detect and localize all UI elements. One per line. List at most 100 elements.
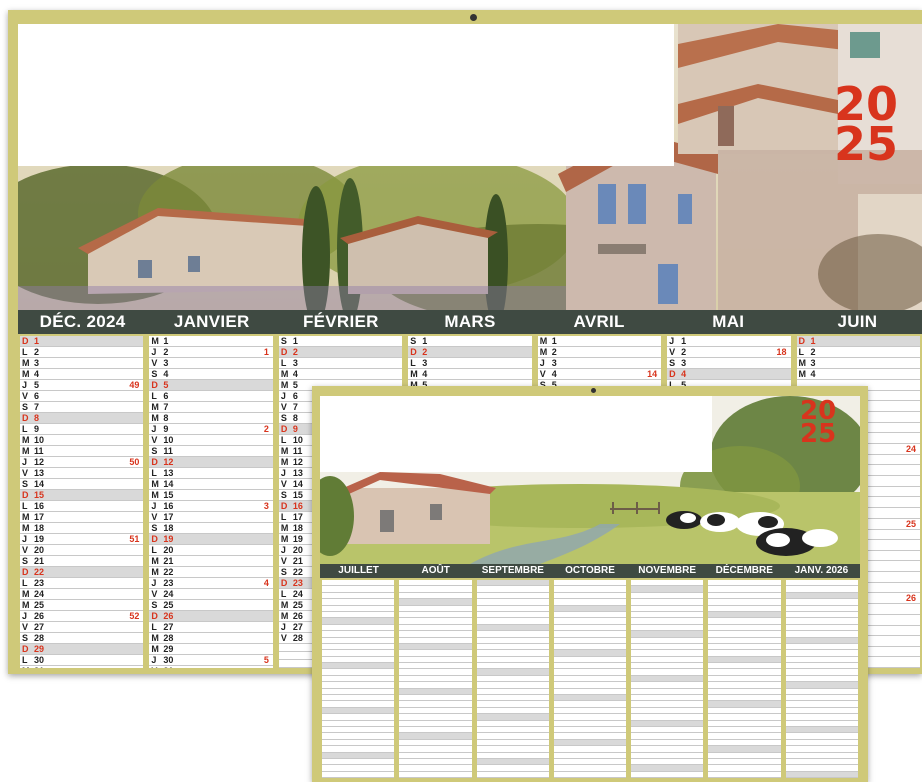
month-header-bar: DÉC. 2024 JANVIER FÉVRIER MARS AVRIL MAI… (18, 310, 922, 334)
week-number: 52 (129, 611, 140, 621)
day-number: 9 (292, 424, 298, 434)
day-letter: V (22, 545, 29, 555)
day-letter: M (20, 666, 34, 668)
day-letter: D (151, 534, 158, 544)
day-letter: M (151, 402, 159, 412)
day-row: L 30 (20, 655, 144, 666)
week-number: 18 (776, 347, 787, 357)
day-number: 28 (292, 633, 303, 643)
day-letter: V (149, 666, 163, 668)
day-letter: V (280, 633, 287, 643)
day-number: 13 (34, 468, 45, 478)
month-column (476, 580, 549, 778)
day-letter: J (669, 336, 675, 346)
day-row: M 29 (149, 644, 273, 655)
day-row: S 21 (20, 556, 144, 567)
day-row: J 26 52 (20, 611, 144, 622)
day-row: S 14 (20, 479, 144, 490)
day-row (785, 771, 858, 778)
day-letter: J (22, 380, 28, 390)
day-number: 21 (34, 556, 45, 566)
month-header: JANVIER (173, 312, 250, 331)
day-letter: S (280, 490, 287, 500)
day-number: 11 (163, 446, 173, 456)
day-number: 3 (292, 358, 298, 368)
day-number: 7 (292, 402, 298, 412)
day-number: 24 (34, 589, 45, 599)
day-number: 5 (34, 380, 40, 390)
day-letter: D (151, 380, 158, 390)
day-number: 7 (34, 402, 40, 412)
day-row (631, 772, 704, 778)
day-letter: M (22, 512, 30, 522)
day-letter: J (539, 358, 545, 368)
day-number: 3 (551, 358, 557, 368)
day-number: 27 (163, 622, 174, 632)
day-number: 8 (163, 413, 169, 423)
day-number: 3 (810, 358, 816, 368)
day-letter: S (151, 600, 158, 610)
month-column: D 1 L 2 M 3 M 4 J 5 49 V 6 S 7 D 8 L 9 M 10 M 11 J 12 50 V 13 S 14 D 15… (20, 336, 144, 668)
week-number: 3 (263, 501, 269, 511)
day-number: 3 (163, 358, 169, 368)
day-number: 16 (163, 501, 174, 511)
day-number: 10 (34, 435, 45, 445)
day-letter: L (22, 347, 28, 357)
day-row: S 11 (149, 446, 273, 457)
day-row: J 30 5 (149, 655, 273, 666)
watercolor-pasture-illustration (320, 396, 860, 564)
day-row: L 27 (149, 622, 273, 633)
day-number: 19 (163, 534, 174, 544)
day-row: S 28 (20, 633, 144, 644)
day-letter: M (22, 358, 30, 368)
day-number: 27 (292, 622, 303, 632)
day-row (322, 772, 395, 778)
day-row: J 12 50 (20, 457, 144, 468)
day-letter: V (669, 347, 676, 357)
day-row: L 16 (20, 501, 144, 512)
day-number: 31 (163, 666, 175, 668)
day-row: L3 (408, 358, 532, 369)
day-number: 14 (34, 479, 45, 489)
day-row: M2 (537, 347, 662, 358)
day-row: V 4 14 (537, 369, 662, 380)
day-row: M 14 (149, 479, 273, 490)
day-number: 1 (292, 336, 298, 346)
week-number: 26 (905, 593, 916, 604)
day-row: L6 (149, 391, 273, 402)
day-row: M1 (537, 336, 662, 347)
day-row: M31 (20, 666, 143, 668)
day-grid (322, 580, 858, 778)
day-number: 30 (34, 655, 45, 665)
day-letter: V (22, 391, 29, 401)
day-number: 1 (551, 336, 557, 346)
day-letter: S (280, 336, 287, 346)
day-letter: D (22, 490, 29, 500)
day-letter: M (410, 369, 418, 379)
month-header: AOÛT (421, 565, 450, 576)
day-letter: D (22, 336, 29, 346)
day-letter: D (22, 644, 29, 654)
day-letter: D (151, 611, 158, 621)
day-number: 28 (34, 633, 45, 643)
day-row: M8 (149, 413, 273, 424)
day-row: D5 (149, 380, 273, 391)
day-number: 13 (292, 468, 303, 478)
day-number: 25 (34, 600, 45, 610)
day-row: V 2 18 (667, 347, 791, 358)
day-row: V 17 (149, 512, 273, 523)
day-letter: M (798, 358, 807, 368)
day-row: V 13 (20, 468, 144, 479)
day-number: 20 (34, 545, 45, 555)
day-letter: M (22, 369, 30, 379)
day-letter: J (22, 457, 28, 467)
day-number: 5 (163, 380, 169, 390)
hanging-hole (470, 14, 477, 21)
day-row (476, 772, 549, 778)
month-header: OCTOBRE (565, 565, 615, 576)
day-number: 16 (292, 501, 303, 511)
month-header: SEPTEMBRE (481, 565, 544, 576)
day-number: 3 (34, 358, 40, 368)
day-row: J 16 3 (149, 501, 273, 512)
day-letter: D (22, 567, 29, 577)
